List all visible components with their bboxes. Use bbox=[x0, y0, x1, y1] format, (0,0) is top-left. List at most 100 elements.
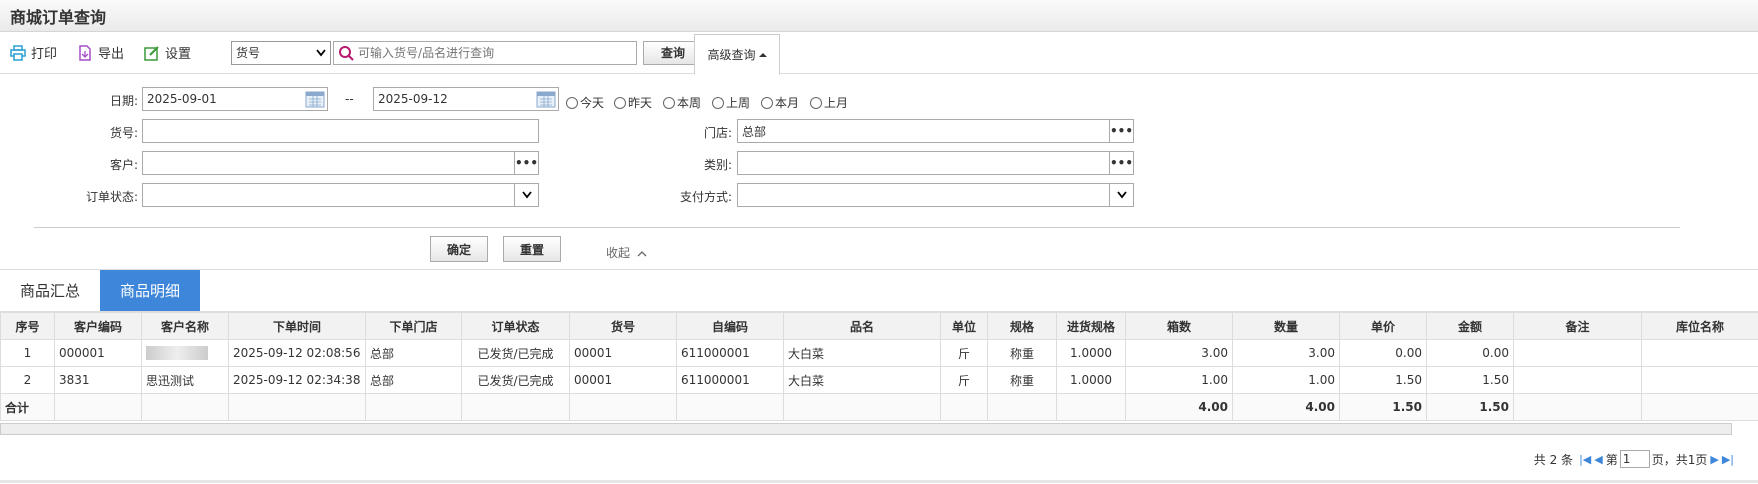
search-icon bbox=[339, 45, 354, 61]
column-header[interactable]: 客户编码 bbox=[54, 312, 142, 340]
column-header[interactable]: 订单状态 bbox=[461, 312, 570, 340]
radio-last-week-label: 上周 bbox=[726, 96, 751, 110]
table-cell: 3.00 bbox=[1125, 339, 1233, 367]
settings-button[interactable]: 设置 bbox=[144, 43, 191, 62]
column-header[interactable]: 单位 bbox=[940, 312, 988, 340]
collapse-link[interactable]: 收起 bbox=[606, 244, 647, 261]
order-status-select[interactable] bbox=[142, 183, 539, 207]
table-row[interactable]: 1 000001 2025-09-12 02:08:56 总部 已发货/已完成 00001… bbox=[0, 339, 1758, 367]
export-icon bbox=[79, 44, 91, 61]
horizontal-scrollbar[interactable] bbox=[0, 423, 1732, 435]
table-cell: 1.50 bbox=[1426, 366, 1514, 394]
column-header[interactable]: 金额 bbox=[1426, 312, 1514, 340]
radio-this-week-label: 本周 bbox=[677, 96, 702, 110]
payment-method-select[interactable] bbox=[737, 183, 1134, 207]
customer-field[interactable]: ••• bbox=[142, 151, 539, 175]
column-header[interactable]: 序号 bbox=[0, 312, 55, 340]
table-cell: 2 bbox=[0, 366, 55, 394]
reset-button[interactable]: 重置 bbox=[503, 236, 561, 262]
column-header[interactable]: 客户名称 bbox=[141, 312, 229, 340]
field-select[interactable]: 货号 bbox=[231, 40, 332, 65]
sku-input[interactable] bbox=[142, 119, 539, 143]
table-row[interactable]: 2 3831 思迅测试 2025-09-12 02:34:38 总部 已发货/已完成 000… bbox=[0, 366, 1758, 394]
chevron-down-icon[interactable] bbox=[1109, 184, 1133, 206]
export-label: 导出 bbox=[98, 47, 125, 62]
page-title: 商城订单查询 bbox=[10, 7, 107, 27]
calendar-icon[interactable] bbox=[305, 90, 325, 108]
date-from-field[interactable]: 2025-09-01 bbox=[142, 87, 328, 111]
table-cell bbox=[1513, 339, 1642, 367]
order-status-label: 订单状态: bbox=[85, 190, 138, 204]
column-header[interactable]: 单价 bbox=[1339, 312, 1427, 340]
radio-today-label: 今天 bbox=[580, 96, 605, 110]
store-field[interactable]: 总部 ••• bbox=[737, 119, 1134, 143]
more-icon[interactable]: ••• bbox=[1109, 120, 1133, 142]
table-cell: 大白菜 bbox=[783, 339, 941, 367]
radio-last-month[interactable]: 上月 bbox=[810, 94, 848, 111]
confirm-button[interactable]: 确定 bbox=[430, 236, 488, 262]
export-button[interactable]: 导出 bbox=[77, 43, 124, 62]
page-prefix: 第 bbox=[1605, 452, 1618, 467]
summary-cell bbox=[461, 393, 570, 421]
table-cell: 3831 bbox=[54, 366, 142, 394]
radio-today[interactable]: 今天 bbox=[566, 94, 604, 111]
summary-cell: 4.00 bbox=[1232, 393, 1340, 421]
page-number-input[interactable]: 1 bbox=[1619, 450, 1650, 468]
table-cell: 1.50 bbox=[1339, 366, 1427, 394]
calendar-icon[interactable] bbox=[536, 90, 556, 108]
column-header[interactable]: 下单时间 bbox=[228, 312, 366, 340]
more-icon[interactable]: ••• bbox=[514, 152, 538, 174]
table-cell: 2025-09-12 02:34:38 bbox=[228, 366, 366, 394]
summary-cell bbox=[365, 393, 462, 421]
radio-this-week[interactable]: 本周 bbox=[663, 94, 701, 111]
last-page-icon[interactable]: ▶| bbox=[1722, 453, 1734, 466]
category-field[interactable]: ••• bbox=[737, 151, 1134, 175]
tab-detail[interactable]: 商品明细 bbox=[100, 269, 201, 311]
customer-label: 客户: bbox=[109, 158, 138, 172]
date-to-value: 2025-09-12 bbox=[378, 92, 448, 106]
tab-summary[interactable]: 商品汇总 bbox=[0, 269, 100, 311]
summary-cell bbox=[940, 393, 988, 421]
column-header[interactable]: 货号 bbox=[569, 312, 677, 340]
table-cell: 1.00 bbox=[1232, 366, 1340, 394]
summary-cell: 合计 bbox=[0, 393, 55, 421]
date-to-field[interactable]: 2025-09-12 bbox=[373, 87, 559, 111]
prev-page-icon[interactable]: ◀ bbox=[1594, 453, 1602, 466]
column-header[interactable]: 规格 bbox=[987, 312, 1057, 340]
column-header[interactable]: 箱数 bbox=[1125, 312, 1233, 340]
radio-last-week[interactable]: 上周 bbox=[712, 94, 750, 111]
summary-cell bbox=[676, 393, 784, 421]
more-icon[interactable]: ••• bbox=[1109, 152, 1133, 174]
radio-circle bbox=[761, 96, 773, 109]
chevron-down-icon[interactable] bbox=[514, 184, 538, 206]
column-header[interactable]: 自编码 bbox=[676, 312, 784, 340]
summary-cell: 1.50 bbox=[1426, 393, 1514, 421]
tab-bar: 商品汇总 商品明细 bbox=[0, 269, 1758, 312]
radio-this-month[interactable]: 本月 bbox=[761, 94, 799, 111]
advanced-query-tab[interactable]: 高级查询 bbox=[694, 34, 780, 75]
column-header[interactable]: 备注 bbox=[1513, 312, 1642, 340]
payment-method-label: 支付方式: bbox=[679, 190, 732, 204]
table-cell bbox=[1641, 366, 1758, 394]
radio-circle bbox=[810, 96, 822, 109]
chevron-down-icon bbox=[316, 48, 326, 56]
table-cell: 00001 bbox=[569, 366, 677, 394]
summary-cell bbox=[228, 393, 366, 421]
caret-up-icon bbox=[758, 52, 767, 57]
column-header[interactable]: 品名 bbox=[783, 312, 941, 340]
column-header[interactable]: 下单门店 bbox=[365, 312, 462, 340]
print-button[interactable]: 打印 bbox=[10, 43, 57, 62]
divider bbox=[34, 227, 1680, 228]
column-header[interactable]: 库位名称 bbox=[1641, 312, 1758, 340]
column-header[interactable]: 数量 bbox=[1232, 312, 1340, 340]
table-cell bbox=[1513, 366, 1642, 394]
date-separator: -- bbox=[345, 92, 354, 106]
first-page-icon[interactable]: |◀ bbox=[1579, 453, 1591, 466]
summary-cell: 1.50 bbox=[1339, 393, 1427, 421]
search-input[interactable] bbox=[358, 45, 629, 60]
column-header[interactable]: 进货规格 bbox=[1056, 312, 1126, 340]
radio-yesterday[interactable]: 昨天 bbox=[614, 94, 652, 111]
next-page-icon[interactable]: ▶ bbox=[1710, 453, 1718, 466]
summary-cell bbox=[1641, 393, 1758, 421]
page-suffix: 页，共1页 bbox=[1651, 452, 1708, 467]
